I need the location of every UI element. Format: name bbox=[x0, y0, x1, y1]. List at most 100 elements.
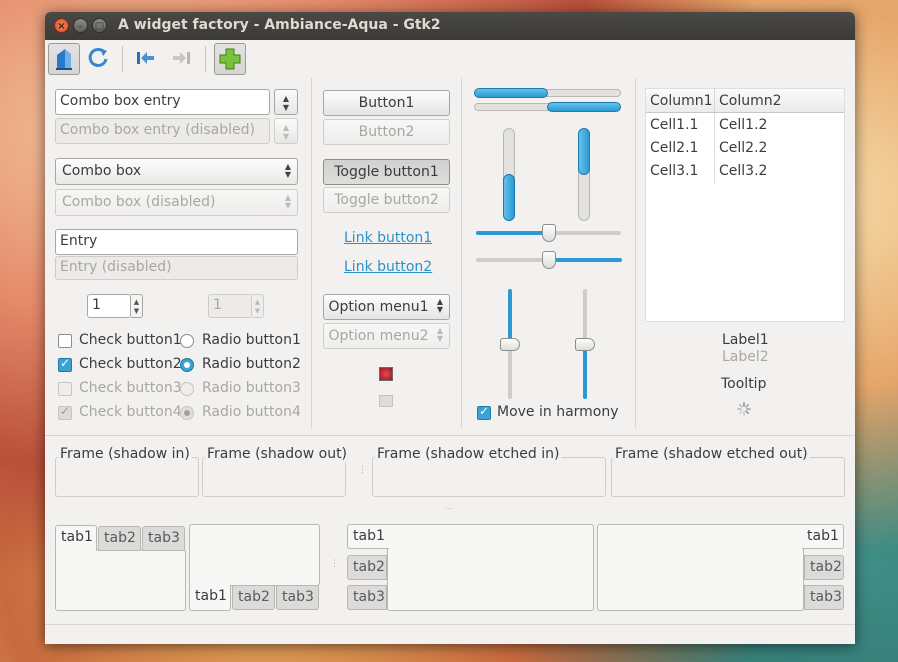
check-button1[interactable] bbox=[58, 334, 72, 348]
check-button2-label: Check button2 bbox=[79, 356, 182, 372]
option-menu2: Option menu2 ▲ ▼ bbox=[323, 323, 450, 349]
hscale-fill-2 bbox=[549, 258, 622, 262]
go-last-button[interactable] bbox=[167, 43, 199, 75]
combo-box-value: Combo box bbox=[62, 163, 142, 179]
tab-tab2[interactable]: tab2 bbox=[804, 555, 844, 580]
pane-grip-icon[interactable]: ⋮ bbox=[358, 466, 367, 475]
link-button1[interactable]: Link button1 bbox=[344, 230, 432, 246]
tab-tab1[interactable]: tab1 bbox=[347, 524, 389, 549]
title-bar: × – □ A widget factory - Ambiance-Aqua -… bbox=[45, 12, 855, 40]
tab-tab1[interactable]: tab1 bbox=[189, 585, 231, 611]
table-cell[interactable]: Cell2.2 bbox=[719, 140, 767, 156]
spin-arrows[interactable]: ▲ ▼ bbox=[131, 294, 143, 318]
radio-button1[interactable] bbox=[180, 334, 194, 348]
toggle-button1[interactable]: Toggle button1 bbox=[323, 159, 450, 185]
check-icon: ✓ bbox=[60, 356, 71, 370]
notebook-left bbox=[387, 524, 594, 611]
button2: Button2 bbox=[323, 119, 450, 145]
vscale-fill-1 bbox=[508, 289, 512, 344]
option-menu1[interactable]: Option menu1 ▲ ▼ bbox=[323, 294, 450, 320]
label2: Label2 bbox=[722, 349, 769, 365]
radio-button2[interactable] bbox=[180, 358, 194, 372]
check-button2[interactable]: ✓ bbox=[58, 356, 72, 372]
link-button2[interactable]: Link button2 bbox=[344, 259, 432, 275]
spinner-icon bbox=[737, 402, 751, 416]
close-button[interactable]: × bbox=[54, 18, 69, 33]
spin-arrows-disabled: ▲ ▼ bbox=[252, 294, 264, 318]
vscale-slider-2[interactable] bbox=[575, 338, 595, 351]
check-button3-label: Check button3 bbox=[79, 380, 182, 396]
chevron-updown-icon: ▲ ▼ bbox=[284, 162, 291, 179]
spin-button[interactable]: 1 bbox=[87, 294, 131, 318]
frame-shadow-out bbox=[202, 457, 346, 497]
notebook-bottom bbox=[189, 524, 320, 586]
notebook-top bbox=[55, 549, 186, 611]
hscale-fill-1 bbox=[476, 231, 549, 235]
table-cell[interactable]: Cell1.2 bbox=[719, 117, 767, 133]
combo-entry-dropdown[interactable]: ▲ ▼ bbox=[274, 89, 298, 115]
radio-button4-label: Radio button4 bbox=[202, 404, 301, 420]
pane-grip-icon[interactable]: ⋮ bbox=[330, 560, 339, 569]
option-menu2-label: Option menu2 bbox=[328, 328, 429, 344]
chevron-updown-icon: ▲ ▼ bbox=[436, 326, 443, 343]
spin-button-disabled: 1 bbox=[208, 294, 252, 318]
table-cell[interactable]: Cell3.2 bbox=[719, 163, 767, 179]
horizontal-separator bbox=[45, 435, 855, 436]
go-first-icon bbox=[137, 52, 154, 64]
check-button4: ✓ bbox=[58, 404, 72, 420]
toolbar bbox=[45, 40, 855, 80]
frame-shadow-etched-out-label: Frame (shadow etched out) bbox=[613, 446, 810, 462]
notebook-right bbox=[597, 524, 804, 611]
column-separator bbox=[311, 78, 312, 428]
tab-tab1[interactable]: tab1 bbox=[55, 525, 97, 551]
column-separator bbox=[635, 78, 636, 428]
tab-tab2[interactable]: tab2 bbox=[232, 585, 275, 610]
column-header-1[interactable]: Column1 bbox=[646, 89, 715, 113]
add-icon bbox=[219, 48, 241, 70]
home-icon bbox=[56, 49, 72, 70]
check-button3 bbox=[58, 382, 72, 396]
frame-shadow-in bbox=[55, 457, 199, 497]
tab-tab3[interactable]: tab3 bbox=[804, 585, 844, 610]
maximize-button[interactable]: □ bbox=[92, 18, 107, 33]
move-in-harmony-check[interactable]: ✓ bbox=[477, 404, 491, 420]
tab-tab1[interactable]: tab1 bbox=[802, 524, 844, 549]
entry-disabled-field: Entry (disabled) bbox=[55, 256, 298, 280]
entry-field[interactable]: Entry bbox=[55, 229, 298, 255]
tab-tab3[interactable]: tab3 bbox=[142, 526, 185, 551]
go-first-button[interactable] bbox=[130, 43, 162, 75]
tab-tab3[interactable]: tab3 bbox=[347, 585, 387, 610]
frame-shadow-etched-out bbox=[611, 457, 845, 497]
table-cell[interactable]: Cell2.1 bbox=[650, 140, 698, 156]
refresh-button[interactable] bbox=[83, 43, 115, 75]
add-button[interactable] bbox=[214, 43, 246, 75]
tab-tab2[interactable]: tab2 bbox=[98, 526, 141, 551]
combo-box-entry-disabled: Combo box entry (disabled) bbox=[55, 118, 270, 144]
table-cell[interactable]: Cell1.1 bbox=[650, 117, 698, 133]
window-title: A widget factory - Ambiance-Aqua - Gtk2 bbox=[118, 17, 441, 33]
frame-shadow-in-label: Frame (shadow in) bbox=[58, 446, 192, 462]
check-icon: ✓ bbox=[60, 404, 71, 418]
vscale-slider-1[interactable] bbox=[500, 338, 520, 351]
vscale-fill-2 bbox=[583, 344, 587, 399]
tab-tab2[interactable]: tab2 bbox=[347, 555, 387, 580]
pane-grip-icon[interactable]: ⋯ bbox=[445, 505, 453, 513]
minimize-button[interactable]: – bbox=[73, 18, 88, 33]
combo-box-disabled-value: Combo box (disabled) bbox=[62, 194, 216, 210]
check-button1-label: Check button1 bbox=[79, 332, 182, 348]
button1[interactable]: Button1 bbox=[323, 90, 450, 116]
combo-box[interactable]: Combo box ▲ ▼ bbox=[55, 158, 298, 185]
move-in-harmony-label: Move in harmony bbox=[497, 404, 619, 420]
home-button[interactable] bbox=[48, 43, 80, 75]
progress-bar-1 bbox=[474, 88, 548, 98]
tooltip-label: Tooltip bbox=[721, 376, 767, 392]
tree-view[interactable]: Column1 Column2 Cell1.1 Cell1.2 Cell2.1 … bbox=[645, 88, 845, 322]
hscale-slider-2[interactable] bbox=[542, 251, 556, 269]
combo-box-entry[interactable]: Combo box entry bbox=[55, 89, 270, 115]
color-button-disabled bbox=[379, 395, 393, 407]
table-cell[interactable]: Cell3.1 bbox=[650, 163, 698, 179]
color-button[interactable] bbox=[379, 367, 393, 381]
tab-tab3[interactable]: tab3 bbox=[276, 585, 319, 610]
hscale-slider-1[interactable] bbox=[542, 224, 556, 242]
column-header-2[interactable]: Column2 bbox=[715, 89, 844, 113]
